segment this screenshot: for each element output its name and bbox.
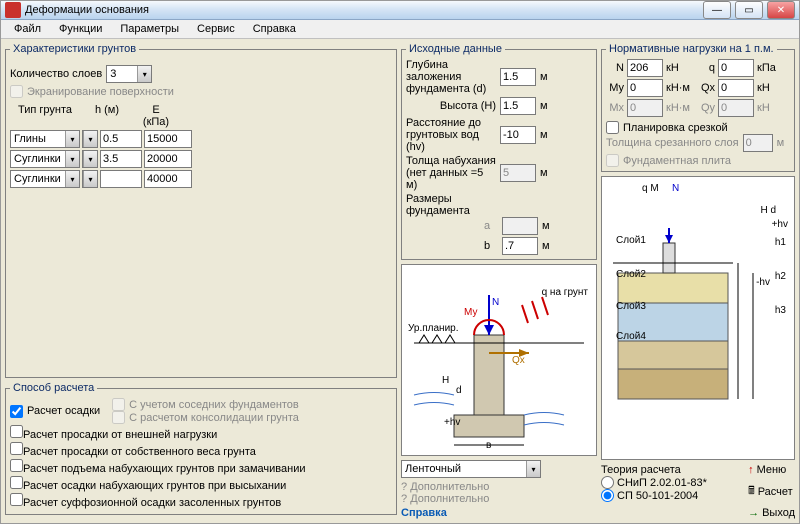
hdr-h: h (м) [86,104,128,128]
swell-input [500,164,536,182]
help-link[interactable]: Справка [401,507,597,519]
chevron-down-icon: ▾ [65,131,79,147]
soil-e-input-0[interactable] [144,130,192,148]
chevron-down-icon: ▾ [83,151,97,167]
hdr-type: Тип грунта [10,104,80,128]
swell-label: Толща набухания (нет данных =5 м) [406,155,496,191]
calc-swell-checkbox[interactable] [10,459,23,472]
cut-thk-label: Толщина срезанного слоя [606,137,739,149]
menu-help[interactable]: Справка [244,20,305,38]
theory-sp-radio[interactable] [601,489,614,502]
soil-h-input-0[interactable] [100,130,142,148]
soil-e-input-2[interactable] [144,170,192,188]
extra-link-1: Дополнительно [410,481,489,493]
calc-group: Способ расчета Расчет осадки С учетом со… [5,382,397,515]
chevron-down-icon: ▾ [65,151,79,167]
close-button[interactable]: ✕ [767,1,795,19]
layers-select[interactable]: 3▾ [106,65,152,83]
hv-label: Расстояние до грунтовых вод (hv) [406,117,496,153]
extra-link-2: Дополнительно [410,493,489,505]
layers-label: Количество слоев [10,68,102,80]
loads-legend: Нормативные нагрузки на 1 п.м. [606,43,777,55]
soil-type-select-0[interactable]: Глины▾ [10,130,80,148]
plate-checkbox [606,154,619,167]
soil-extra-select-2[interactable]: ▾ [82,170,98,188]
foundation-type-select[interactable]: Ленточный▾ [401,460,541,478]
init-legend: Исходные данные [406,43,505,55]
init-group: Исходные данные Глубина заложения фундам… [401,43,597,260]
a-input [502,217,538,235]
soil-legend: Характеристики грунтов [10,43,139,55]
soil-type-select-1[interactable]: Суглинки▾ [10,150,80,168]
menu-file[interactable]: Файл [5,20,50,38]
d-input[interactable] [500,68,536,86]
arrow-up-icon: ↑ [748,464,754,476]
calc-legend: Способ расчета [10,382,97,394]
cut-thk-input [743,134,773,152]
chevron-down-icon: ▾ [65,171,79,187]
hdr-e: E (кПа) [134,104,178,128]
d-label: Глубина заложения фундамента (d) [406,59,496,95]
calc-settlement-checkbox[interactable] [10,405,23,418]
h-input[interactable] [500,97,536,115]
app-icon [5,2,21,18]
diagram-foundation: q на грунт Ур.планир. Му N Qх H d +hv в [401,264,597,456]
minimize-button[interactable]: — [703,1,731,19]
b-input[interactable] [502,237,538,255]
exit-button[interactable]: →Выход [748,507,795,519]
calc-ext-checkbox[interactable] [10,425,23,438]
theory-snip-radio[interactable] [601,476,614,489]
window-title: Деформации основания [25,4,703,16]
menubar: Файл Функции Параметры Сервис Справка [1,20,799,39]
soil-h-input-1[interactable] [100,150,142,168]
chevron-down-icon: ▾ [83,171,97,187]
shield-label: Экранирование поверхности [27,86,174,98]
hv-input[interactable] [500,126,536,144]
Qx-input[interactable] [718,79,754,97]
arrow-right-icon: → [748,507,759,519]
loads-group: Нормативные нагрузки на 1 п.м. NкН qкПа … [601,43,795,172]
soil-h-input-2[interactable] [100,170,142,188]
chevron-down-icon: ▾ [526,461,540,477]
Qy-input [718,99,754,117]
chevron-down-icon: ▾ [83,131,97,147]
titlebar[interactable]: Деформации основания — ▭ ✕ [1,1,799,20]
calc-button[interactable]: 🖩Расчет [748,482,795,501]
diagram-layers: q M N H d +hv Слой1 Слой2 Слой3 Слой4 h1… [601,176,795,460]
calculator-icon: 🖩 [748,482,755,501]
dims-label: Размеры фундамента [406,193,496,217]
menu-parameters[interactable]: Параметры [111,20,188,38]
q-input[interactable] [718,59,754,77]
Mx-input [627,99,663,117]
calc-suff-checkbox[interactable] [10,493,23,506]
soil-type-select-2[interactable]: Суглинки▾ [10,170,80,188]
chevron-down-icon: ▾ [137,66,151,82]
calc-neighbor-checkbox [112,398,125,411]
My-input[interactable] [627,79,663,97]
N-input[interactable] [627,59,663,77]
menu-service[interactable]: Сервис [188,20,244,38]
shield-checkbox [10,85,23,98]
menu-functions[interactable]: Функции [50,20,111,38]
calc-self-checkbox[interactable] [10,442,23,455]
soil-extra-select-0[interactable]: ▾ [82,130,98,148]
soil-group: Характеристики грунтов Количество слоев … [5,43,397,378]
soil-e-input-1[interactable] [144,150,192,168]
soil-extra-select-1[interactable]: ▾ [82,150,98,168]
plan-cut-checkbox[interactable] [606,121,619,134]
theory-label: Теория расчета [601,464,707,476]
h-label: Высота (H) [406,100,496,112]
calc-consolidation-checkbox [112,411,125,424]
menu-button[interactable]: ↑Меню [748,464,795,476]
maximize-button[interactable]: ▭ [735,1,763,19]
calc-dry-checkbox[interactable] [10,476,23,489]
